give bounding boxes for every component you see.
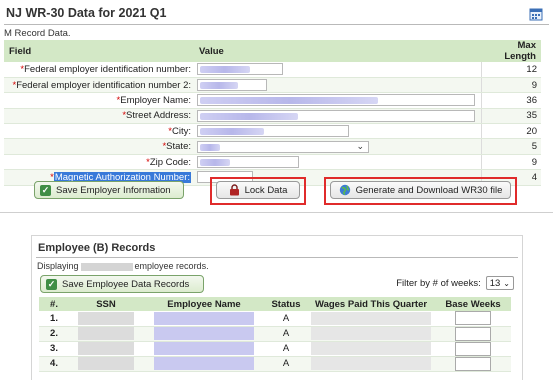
max-length-value: 5 [480, 138, 541, 155]
globe-icon [339, 184, 350, 196]
table-row: 2. A [39, 326, 511, 342]
lock-data-button[interactable]: Lock Data [216, 181, 300, 199]
checkmark-icon: ✓ [40, 184, 51, 196]
employee-name-cell [154, 327, 254, 340]
ssn-cell [78, 342, 134, 355]
displaying-text: Displaying employee records. [37, 261, 209, 271]
save-employer-button[interactable]: ✓ Save Employer Information [34, 181, 184, 199]
status-cell: A [265, 326, 307, 342]
base-weeks-input[interactable] [455, 356, 491, 371]
field-label: Street Address: [126, 110, 191, 122]
table-row: *City: 20 [4, 123, 541, 140]
wages-input[interactable] [311, 311, 431, 325]
column-header-status: Status [265, 297, 307, 311]
chevron-down-icon: ⌄ [503, 278, 510, 288]
weeks-filter: Filter by # of weeks: 13 ⌄ [396, 276, 514, 290]
ssn-cell [78, 311, 134, 325]
status-cell: A [265, 356, 307, 372]
max-length-value: 9 [480, 154, 541, 171]
displaying-suffix: employee records. [134, 261, 209, 271]
lock-data-label: Lock Data [244, 184, 288, 196]
state-select[interactable]: ⌄ [197, 140, 369, 153]
record-count [80, 262, 133, 271]
wages-input[interactable] [311, 342, 431, 355]
chevron-down-icon: ⌄ [356, 140, 364, 151]
field-label: City: [172, 125, 191, 137]
calendar-icon[interactable] [529, 7, 543, 21]
table-row: 1. A [39, 311, 511, 327]
title-divider [36, 257, 518, 258]
employee-name-cell [154, 357, 254, 370]
max-length-value: 35 [480, 108, 541, 125]
column-header-ssn: SSN [69, 297, 143, 311]
save-employee-data-button[interactable]: ✓ Save Employee Data Records [40, 275, 204, 293]
column-header-value: Value [194, 40, 481, 62]
table-row: *Federal employer identification number … [4, 77, 541, 94]
field-label: Zip Code: [149, 156, 191, 168]
employer-name-input[interactable] [197, 94, 475, 107]
column-header-base-weeks: Base Weeks [435, 297, 511, 311]
status-cell: A [265, 341, 307, 357]
filter-label: Filter by # of weeks: [396, 277, 481, 289]
status-cell: A [265, 311, 307, 327]
max-length-value: 9 [480, 77, 541, 94]
field-label: Federal employer identification number 2… [16, 79, 191, 91]
row-number: 2. [39, 326, 69, 342]
column-header-number: #. [39, 297, 69, 311]
employee-table: #. SSN Employee Name Status Wages Paid T… [39, 297, 511, 372]
field-label: State: [166, 141, 191, 153]
displaying-prefix: Displaying [37, 261, 79, 271]
max-length-value: 12 [480, 62, 541, 78]
fein-input[interactable] [197, 63, 283, 76]
table-row: *Street Address: 35 [4, 108, 541, 125]
table-row: *Federal employer identification number:… [4, 62, 541, 78]
table-row: 4. A [39, 356, 511, 372]
panel-title: NJ WR-30 Data for 2021 Q1 [6, 6, 167, 20]
column-header-wages: Wages Paid This Quarter [307, 297, 435, 311]
generate-wr30-button[interactable]: Generate and Download WR30 file [330, 181, 511, 199]
street-address-input[interactable] [197, 109, 475, 122]
column-header-employee-name: Employee Name [143, 297, 265, 311]
table-row: *Zip Code: 9 [4, 154, 541, 171]
base-weeks-input[interactable] [455, 326, 491, 341]
filter-value: 13 [489, 277, 501, 289]
checkmark-icon: ✓ [46, 278, 57, 290]
table-row: *State: ⌄ 5 [4, 138, 541, 155]
record-subtitle: M Record Data. [4, 28, 71, 39]
wages-input[interactable] [311, 327, 431, 340]
m-record-table: Field Value Max Length *Federal employer… [4, 40, 541, 186]
save-employer-label: Save Employer Information [56, 184, 171, 196]
table-row: *Employer Name: 36 [4, 92, 541, 109]
save-employee-data-label: Save Employee Data Records [62, 278, 190, 290]
lock-icon [229, 184, 239, 196]
row-number: 3. [39, 341, 69, 357]
weeks-filter-select[interactable]: 13 ⌄ [485, 276, 514, 290]
city-input[interactable] [197, 125, 349, 138]
max-length-value: 20 [480, 123, 541, 140]
field-label: Federal employer identification number: [24, 63, 191, 75]
row-number: 4. [39, 356, 69, 372]
wages-input[interactable] [311, 357, 431, 370]
ssn-cell [78, 327, 134, 340]
row-number: 1. [39, 311, 69, 327]
ssn-cell [78, 357, 134, 370]
table-row: 3. A [39, 341, 511, 357]
employee-name-cell [154, 342, 254, 355]
generate-wr30-label: Generate and Download WR30 file [355, 184, 503, 196]
column-header-max-length: Max Length [481, 40, 541, 62]
employee-name-cell [154, 311, 254, 325]
column-header-field: Field [4, 40, 194, 62]
base-weeks-input[interactable] [455, 341, 491, 356]
employee-records-panel: Employee (B) Records Displaying employee … [31, 235, 523, 380]
max-length-value: 36 [480, 92, 541, 109]
title-divider [4, 24, 549, 25]
employee-records-title: Employee (B) Records [38, 242, 156, 254]
wr30-panel: NJ WR-30 Data for 2021 Q1 M Record Data.… [0, 0, 553, 213]
base-weeks-input[interactable] [455, 311, 491, 326]
fein2-input[interactable] [197, 79, 267, 92]
field-label: Employer Name: [120, 94, 191, 106]
zip-code-input[interactable] [197, 156, 299, 169]
